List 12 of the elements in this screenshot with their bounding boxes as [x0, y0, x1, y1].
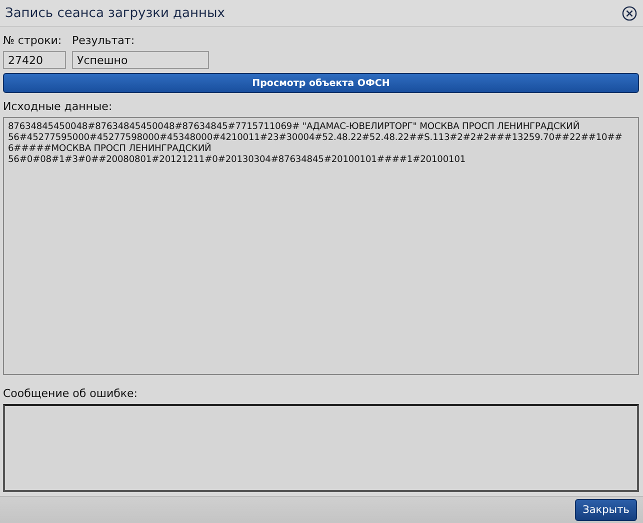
section-label: Сообщение об ошибке:	[3, 387, 139, 400]
field-label: Результат:	[72, 33, 136, 47]
view-object-button[interactable]: Просмотр объекта ОФСН	[3, 73, 639, 93]
error-message-field[interactable]	[3, 404, 639, 492]
input-field[interactable]: Успешно	[72, 51, 209, 69]
field-label: № строки:	[3, 33, 63, 47]
source-data-field[interactable]: 87634845450048#87634845450048#87634845#7715711069# "АДАМАС-ЮВЕЛИРТОРГ" МОСКВА ПРОСП ЛЕНИНГРАДСКИЙ 56#45277595000#45277598000#45348000#4210011#23#30004#52.48.22#52.48.22##S.113#2#2#2###13259.70##22##10## 6#####МОСКВА ПРОСП ЛЕНИНГРАДСКИЙ 56#0#08#1#3#0##20080801#20121211#0#20130304#87634845#20100101####1#20100101	[3, 117, 639, 375]
window-title: Запись сеанса загрузки данных	[5, 6, 225, 20]
close-button[interactable]: Закрыть	[575, 499, 637, 521]
section-label: Исходные данные:	[3, 100, 114, 113]
close-icon[interactable]	[622, 6, 637, 20]
input-field[interactable]: 27420	[3, 51, 66, 69]
